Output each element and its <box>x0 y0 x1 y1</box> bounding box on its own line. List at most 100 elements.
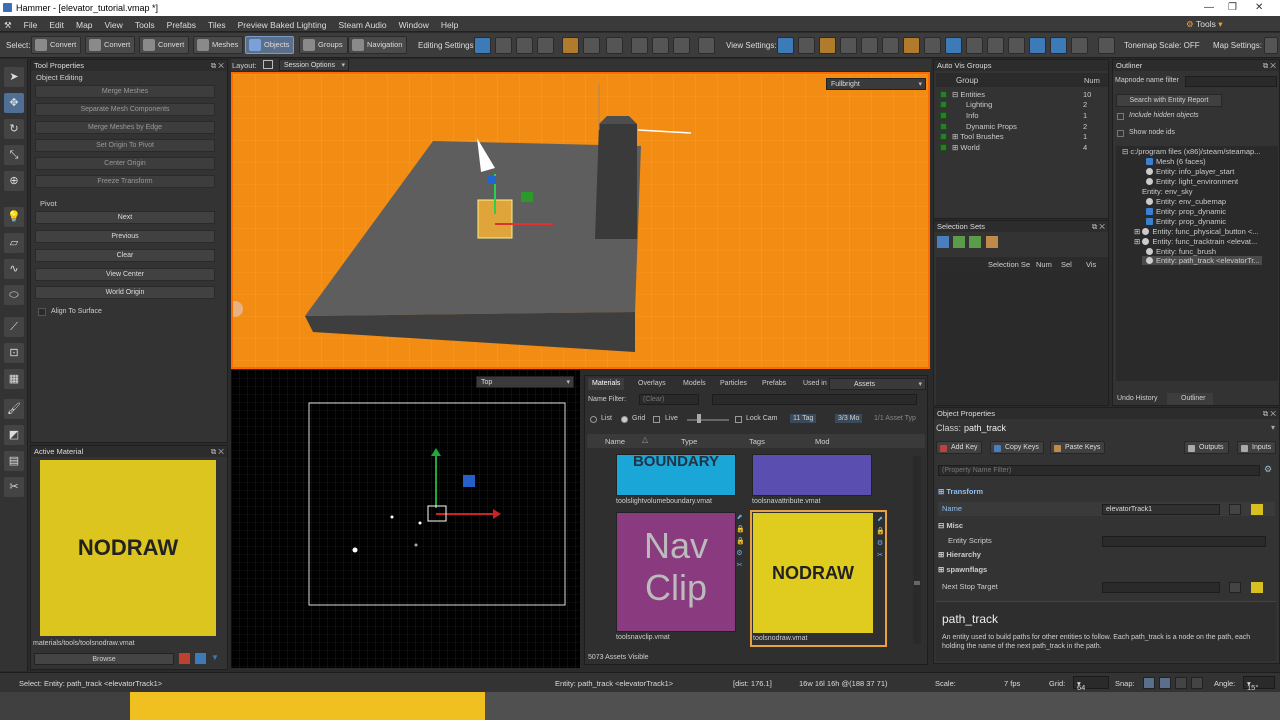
menu-tiles[interactable]: Tiles <box>202 16 232 30</box>
tab-prefabs[interactable]: Prefabs <box>758 378 790 390</box>
paste-keys-button[interactable]: Paste Keys <box>1050 441 1106 454</box>
sky-icon[interactable] <box>882 37 899 54</box>
copy-keys-button[interactable]: Copy Keys <box>990 441 1044 454</box>
mapnode-filter-input[interactable] <box>1185 76 1277 87</box>
asset-scrollbar[interactable] <box>913 456 921 644</box>
player-icon[interactable] <box>1008 37 1025 54</box>
fog-icon[interactable] <box>861 37 878 54</box>
angle-dropdown[interactable]: 15° ▾ <box>1243 676 1275 692</box>
material-thumb-nodraw-selected[interactable]: NODRAW toolsnodraw.vmat ⬈ 🔒 ⚙ ✂ <box>750 510 887 647</box>
tab-overlays[interactable]: Overlays <box>634 378 670 390</box>
gizmo-plane-handle[interactable] <box>521 192 533 202</box>
close-icon[interactable]: ⧉ ✕ <box>1263 60 1276 71</box>
gamepad-icon[interactable] <box>698 37 715 54</box>
add-to-set-icon[interactable] <box>953 236 965 248</box>
umbrella-icon[interactable] <box>673 37 690 54</box>
grid-radio[interactable] <box>621 416 628 423</box>
material-thumb-boundary[interactable]: BOUNDARY <box>616 454 736 496</box>
live-checkbox[interactable] <box>653 416 660 423</box>
tree-item-func-tracktrain[interactable]: ⊞ Entity: func_tracktrain <elevat... <box>1134 237 1257 246</box>
name-property-input[interactable]: elevatorTrack1 <box>1102 504 1220 515</box>
ignore-icon[interactable] <box>606 37 623 54</box>
list-radio[interactable] <box>590 416 597 423</box>
vis-row-lighting[interactable]: Lighting <box>966 100 992 109</box>
paint-tool-icon[interactable]: 🖌 <box>4 399 24 419</box>
minimize-icon[interactable]: — <box>1204 2 1214 13</box>
close-icon[interactable]: ⧉ ✕ <box>211 446 224 457</box>
menu-help[interactable]: Help <box>435 16 464 30</box>
tab-undo-history[interactable]: Undo History <box>1113 393 1165 405</box>
pivot-icon[interactable] <box>537 37 554 54</box>
vis-row-dynamic-props[interactable]: Dynamic Props <box>966 122 1017 131</box>
selection-sets-list[interactable] <box>936 271 1108 405</box>
translate-tool-icon[interactable]: ✥ <box>4 93 24 113</box>
sort-icon[interactable]: △ <box>642 435 648 444</box>
menu-preview-baked-lighting[interactable]: Preview Baked Lighting <box>232 16 333 30</box>
texture-tool-icon[interactable]: ▦ <box>4 369 24 389</box>
snap-surface-toggle-icon[interactable] <box>1175 677 1187 689</box>
close-icon[interactable]: ✕ <box>1255 2 1263 13</box>
pivot-clear-button[interactable]: Clear <box>35 249 215 262</box>
vis-checkbox[interactable] <box>940 144 947 151</box>
material-thumb-navclip[interactable]: Nav Clip <box>616 512 736 632</box>
tile-tool-icon[interactable]: ▤ <box>4 451 24 471</box>
vis-checkbox[interactable] <box>940 91 947 98</box>
local-space-icon[interactable] <box>516 37 533 54</box>
view-mode-dropdown[interactable]: Top <box>476 376 574 388</box>
vis-row-world[interactable]: ⊞ World <box>952 143 980 152</box>
tree-item-info-player-start[interactable]: Entity: info_player_start <box>1146 167 1234 176</box>
light-bulb-icon[interactable] <box>840 37 857 54</box>
hammer-menu-icon[interactable]: ⚒ <box>0 16 18 31</box>
slider-handle[interactable] <box>697 414 701 423</box>
objects-button[interactable]: Objects <box>245 36 295 54</box>
entity-scripts-input[interactable] <box>1102 536 1266 547</box>
block-tool-icon[interactable]: ▱ <box>4 233 24 253</box>
lock-icon[interactable] <box>652 37 669 54</box>
name-filter-input[interactable]: (Clear) <box>639 394 699 405</box>
search-entity-report-button[interactable]: Search with Entity Report <box>1116 94 1222 107</box>
meshes-button[interactable]: Meshes <box>193 36 244 54</box>
column-type[interactable]: Type <box>681 437 697 446</box>
snap-vertex-toggle-icon[interactable] <box>1159 677 1171 689</box>
mod-filter-button[interactable]: 3/3 Mo <box>835 414 863 423</box>
tree-item-env-cubemap[interactable]: Entity: env_cubemap <box>1146 197 1226 206</box>
material-thumb-navattribute[interactable] <box>752 454 872 496</box>
convert-button-1[interactable]: Convert <box>31 36 82 54</box>
scroll-thumb[interactable] <box>914 581 920 585</box>
menu-prefabs[interactable]: Prefabs <box>161 16 202 30</box>
vis-row-info[interactable]: Info <box>966 111 979 120</box>
tree-item-func-physical-button[interactable]: ⊞ Entity: func_physical_button <... <box>1134 227 1258 236</box>
viewport-3d[interactable]: Fullbright <box>231 72 930 369</box>
convert-button-2[interactable]: Convert <box>85 36 136 54</box>
property-filter-input[interactable]: (Property Name Filter) <box>938 465 1260 476</box>
tab-particles[interactable]: Particles <box>716 378 751 390</box>
select-through-icon[interactable] <box>583 37 600 54</box>
vis-checkbox[interactable] <box>940 133 947 140</box>
clip-tool-icon[interactable]: ⟋ <box>4 317 24 337</box>
close-icon[interactable]: ⧉ ✕ <box>1092 221 1105 232</box>
polygon-tool-icon[interactable]: ⬭ <box>4 285 24 305</box>
chevron-down-icon[interactable]: ▾ <box>1271 423 1275 432</box>
assets-dropdown[interactable]: Assets <box>829 378 926 390</box>
pick-entity-icon[interactable] <box>1251 504 1263 515</box>
tree-item-prop-dynamic[interactable]: Entity: prop_dynamic <box>1146 207 1226 216</box>
physics-icon[interactable] <box>987 37 1004 54</box>
vis-row-entities[interactable]: ⊟ Entities <box>952 90 985 99</box>
groups-button[interactable]: Groups <box>299 36 348 54</box>
vis-checkbox[interactable] <box>940 123 947 130</box>
column-tags[interactable]: Tags <box>749 437 765 446</box>
menu-tools[interactable]: Tools <box>129 16 161 30</box>
vis-row-tool-brushes[interactable]: ⊞ Tool Brushes <box>952 132 1004 141</box>
cordon-tool-icon[interactable]: ⊡ <box>4 343 24 363</box>
nav-mesh-icon[interactable] <box>945 37 962 54</box>
shadow-icon[interactable] <box>798 37 815 54</box>
convert-button-3[interactable]: Convert <box>139 36 190 54</box>
2d-plane-handle[interactable] <box>463 475 475 487</box>
display-icon[interactable] <box>1098 37 1115 54</box>
class-value[interactable]: path_track <box>964 423 1006 433</box>
pick-material-icon[interactable] <box>179 653 190 664</box>
center-origin-button[interactable]: Center Origin <box>35 157 215 170</box>
freeze-transform-button[interactable]: Freeze Transform <box>35 175 215 188</box>
particle-icon[interactable] <box>1029 37 1046 54</box>
set-grid-icon[interactable] <box>986 236 998 248</box>
